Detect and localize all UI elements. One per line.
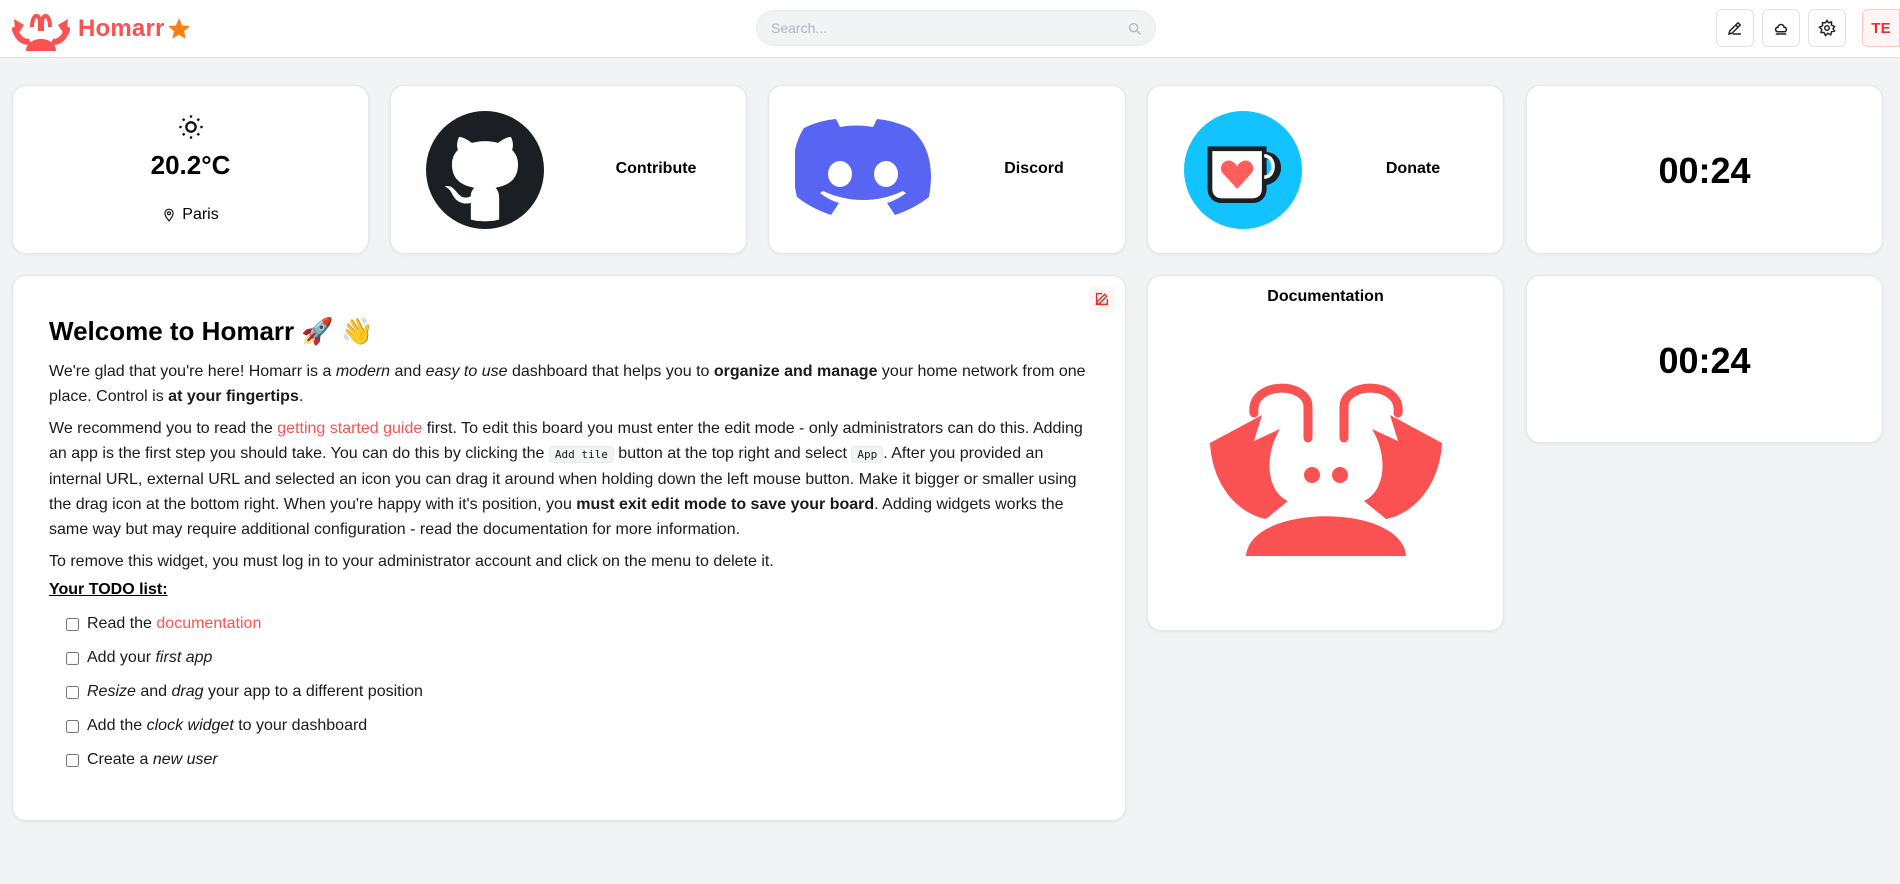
clock-time: 00:24 xyxy=(1658,150,1751,191)
gear-icon xyxy=(1818,19,1836,37)
search-bar[interactable] xyxy=(756,10,1156,46)
app-tile-discord[interactable]: Discord xyxy=(768,85,1126,254)
app-label: Contribute xyxy=(615,160,697,177)
welcome-title-emoji: 🚀 👋 xyxy=(301,316,374,346)
ko-fi-icon xyxy=(1184,111,1302,229)
edit-note-button[interactable] xyxy=(1089,286,1115,312)
todo-checkbox[interactable] xyxy=(66,651,79,665)
clock-widget: 00:24 xyxy=(1526,275,1883,443)
todo-title: Your TODO list: xyxy=(49,581,168,598)
documentation-link[interactable]: documentation xyxy=(156,615,261,632)
todo-checkbox[interactable] xyxy=(66,753,79,767)
homarr-logo-icon[interactable] xyxy=(12,7,70,51)
todo-checkbox[interactable] xyxy=(66,617,79,631)
weather-location: Paris xyxy=(13,206,368,224)
search-input[interactable] xyxy=(757,11,1155,45)
github-icon xyxy=(426,111,544,229)
clock-time: 00:24 xyxy=(1658,340,1751,381)
add-tile-code: Add tile xyxy=(548,446,614,463)
sun-icon xyxy=(179,115,203,139)
top-header: Homarr TE xyxy=(0,0,1900,58)
weather-location-label: Paris xyxy=(182,206,219,223)
app-label: Donate xyxy=(1385,160,1441,177)
todo-item-clock-widget[interactable]: Add the clock widget to your dashboard xyxy=(49,709,1089,743)
manage-button[interactable] xyxy=(1762,9,1800,47)
todo-item-read-docs[interactable]: Read the documentation xyxy=(49,607,1089,641)
discord-icon xyxy=(795,119,931,215)
weather-temperature: 20.2°C xyxy=(150,150,231,180)
clock-widget: 00:24 xyxy=(1526,85,1883,254)
welcome-title: Welcome to Homarr 🚀 👋 xyxy=(49,316,1089,347)
pencil-icon xyxy=(1727,21,1742,36)
app-tile-donate[interactable]: Donate xyxy=(1147,85,1504,254)
welcome-paragraph-intro: We're glad that you're here! Homarr is a… xyxy=(49,363,1086,405)
todo-item-new-user[interactable]: Create a new user xyxy=(49,743,1089,777)
settings-button[interactable] xyxy=(1808,9,1846,47)
homarr-logo-icon xyxy=(1210,383,1442,556)
app-label: Discord xyxy=(1004,160,1064,177)
map-pin-icon xyxy=(164,208,174,222)
weather-widget: 20.2°C Paris xyxy=(12,85,369,254)
app-tile-documentation[interactable]: Documentation xyxy=(1147,275,1504,631)
edit-mode-button[interactable] xyxy=(1716,9,1754,47)
welcome-paragraph-remove: To remove this widget, you must log in t… xyxy=(49,553,774,570)
app-tile-contribute[interactable]: Contribute xyxy=(390,85,747,254)
star-icon[interactable] xyxy=(166,16,192,42)
todo-checkbox[interactable] xyxy=(66,685,79,699)
brand-name: Homarr xyxy=(78,15,165,42)
welcome-paragraph-guide: We recommend you to read the getting sta… xyxy=(49,420,1083,538)
todo-item-add-app[interactable]: Add your first app xyxy=(49,641,1089,675)
pencil-icon xyxy=(1095,292,1109,306)
app-label: Documentation xyxy=(1267,288,1384,305)
app-code: App xyxy=(851,446,884,463)
search-icon xyxy=(1129,22,1141,35)
welcome-note-widget: Welcome to Homarr 🚀 👋 We're glad that yo… xyxy=(12,275,1126,821)
chef-hat-icon xyxy=(1774,23,1788,35)
getting-started-link[interactable]: getting started guide xyxy=(277,420,422,437)
todo-checkbox[interactable] xyxy=(66,719,79,733)
todo-item-resize-drag[interactable]: Resize and drag your app to a different … xyxy=(49,675,1089,709)
welcome-title-text: Welcome to Homarr xyxy=(49,316,295,346)
user-avatar[interactable]: TE xyxy=(1862,9,1900,47)
